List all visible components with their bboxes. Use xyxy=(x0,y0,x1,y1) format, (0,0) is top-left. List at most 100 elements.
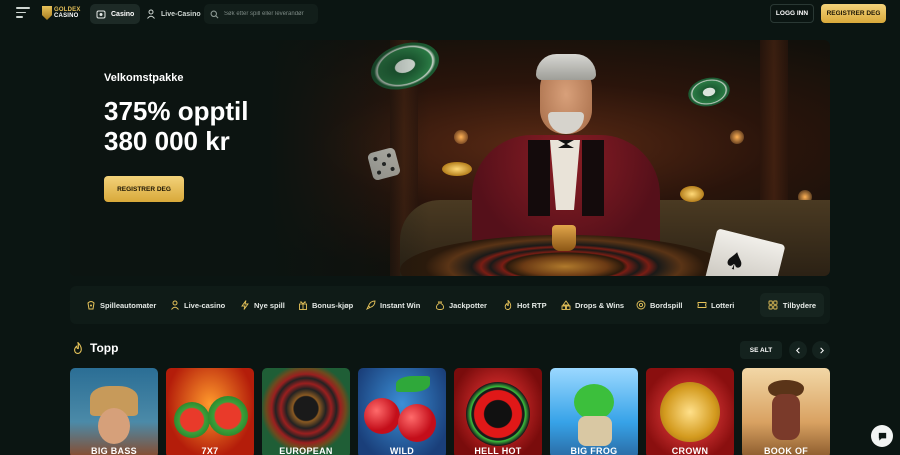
slot-icon xyxy=(87,301,95,310)
category-jackpots[interactable]: Jackpotter xyxy=(435,286,487,324)
category-label: Lotteri xyxy=(711,300,735,310)
category-bonus-buy[interactable]: Bonus-kjøp xyxy=(298,286,353,324)
spade-icon: ♠ xyxy=(720,245,749,276)
decor-lamp xyxy=(730,130,744,144)
game-art xyxy=(208,396,248,436)
category-label: Bonus-kjøp xyxy=(312,300,354,310)
chat-bubble-icon xyxy=(878,432,886,441)
ticket-icon xyxy=(697,302,707,308)
welcome-banner[interactable]: ♠ Velkomstpakke 375% opptil 380 000 kr R… xyxy=(70,40,830,276)
tab-casino[interactable]: Casino xyxy=(90,4,141,24)
banner-headline-line2: 380 000 kr xyxy=(104,126,230,156)
providers-button[interactable]: Tilbydere xyxy=(760,293,824,317)
grid-icon xyxy=(768,300,778,310)
game-art xyxy=(398,404,436,442)
drops-icon xyxy=(561,300,571,310)
banner-register-button[interactable]: REGISTRER DEG xyxy=(104,176,184,202)
game-tile[interactable]: HELL HOT xyxy=(454,368,542,455)
game-art xyxy=(772,394,800,440)
decor-lamp xyxy=(454,130,468,144)
game-tile[interactable]: 7X7 xyxy=(166,368,254,455)
game-title: BIG FROG xyxy=(570,446,618,455)
live-chat-button[interactable] xyxy=(871,425,893,447)
scroll-left-button[interactable] xyxy=(789,341,807,359)
shield-logo-icon xyxy=(42,6,52,20)
category-bar: Spilleautomater Live-casino Nye spill Bo… xyxy=(70,286,830,324)
category-new-games[interactable]: Nye spill xyxy=(240,286,285,324)
gold-coin-image xyxy=(442,162,472,176)
chip-icon xyxy=(636,300,646,310)
game-tile[interactable]: CROWN xyxy=(646,368,734,455)
tab-live-casino[interactable]: Live-Casino xyxy=(140,4,207,24)
category-label: Drops & Wins xyxy=(575,300,625,310)
category-label: Live-casino xyxy=(184,300,226,310)
game-tile[interactable]: BIG BASS xyxy=(70,368,158,455)
dealer-hair xyxy=(536,54,596,80)
flame-icon xyxy=(74,342,82,354)
search-bar xyxy=(204,4,318,24)
section-header-top: Topp xyxy=(72,341,118,355)
roulette-spindle xyxy=(552,225,576,251)
category-label: Instant Win xyxy=(380,300,421,310)
rocket-icon xyxy=(366,300,376,310)
login-button[interactable]: LOGG INN xyxy=(770,4,814,23)
category-label: Spilleautomater xyxy=(100,300,157,310)
chevron-left-icon xyxy=(795,347,800,353)
gold-coin-image xyxy=(680,186,704,202)
category-label: Hot RTP xyxy=(517,300,547,310)
search-input[interactable] xyxy=(224,11,318,17)
search-icon xyxy=(210,10,219,18)
gift-icon xyxy=(299,301,307,310)
category-label: Nye spill xyxy=(254,300,285,310)
game-tile[interactable]: EUROPEAN xyxy=(262,368,350,455)
hamburger-menu-icon[interactable] xyxy=(16,7,30,19)
game-art xyxy=(174,402,210,438)
game-title: 7X7 xyxy=(201,446,219,455)
chevron-right-icon xyxy=(819,347,824,353)
top-bar: GOLDEXCASINO Casino Live-Casino LOGG INN… xyxy=(0,0,900,28)
game-art xyxy=(364,398,400,434)
banner-eyebrow: Velkomstpakke xyxy=(104,72,184,84)
providers-label: Tilbydere xyxy=(782,300,817,310)
dealer-lapel xyxy=(582,140,604,216)
game-tile[interactable]: BOOK OF xyxy=(742,368,830,455)
dealer-icon xyxy=(171,300,179,310)
category-hot-rtp[interactable]: Hot RTP xyxy=(503,286,547,324)
money-bag-icon xyxy=(435,301,445,310)
category-drops-wins[interactable]: Drops & Wins xyxy=(561,286,624,324)
lightning-icon xyxy=(241,300,249,310)
category-slots[interactable]: Spilleautomater xyxy=(86,286,156,324)
game-art xyxy=(466,382,530,446)
register-button-header[interactable]: REGISTRER DEG xyxy=(821,4,886,23)
game-art xyxy=(98,408,130,444)
game-art xyxy=(660,382,720,442)
game-title: CROWN xyxy=(671,446,709,455)
category-instant-win[interactable]: Instant Win xyxy=(366,286,420,324)
section-title: Topp xyxy=(90,341,119,355)
banner-headline-line1: 375% opptil xyxy=(104,96,249,126)
scroll-right-button[interactable] xyxy=(812,341,830,359)
category-lottery[interactable]: Lotteri xyxy=(697,286,734,324)
see-all-button[interactable]: SE ALT xyxy=(740,341,782,359)
live-dealer-icon xyxy=(147,9,155,19)
tab-live-casino-label: Live-Casino xyxy=(161,10,201,18)
game-art xyxy=(574,384,614,420)
game-art xyxy=(396,376,430,392)
poker-chip-image xyxy=(685,73,733,111)
game-title: EUROPEAN xyxy=(279,446,333,455)
flame-icon xyxy=(504,300,512,310)
category-live-casino[interactable]: Live-casino xyxy=(170,286,225,324)
game-art xyxy=(578,416,612,446)
game-tile[interactable]: BIG FROG xyxy=(550,368,638,455)
dealer-lapel xyxy=(528,140,550,216)
category-label: Jackpotter xyxy=(449,300,487,310)
game-title: BOOK OF xyxy=(763,446,809,455)
goldex-logo[interactable]: GOLDEX CASINO xyxy=(42,6,81,20)
brand-line2: CASINO xyxy=(54,13,79,19)
game-title: HELL HOT xyxy=(474,446,522,455)
category-label: Bordspill xyxy=(650,300,683,310)
category-table-games[interactable]: Bordspill xyxy=(636,286,683,324)
tab-casino-label: Casino xyxy=(111,10,135,18)
casino-icon xyxy=(96,10,106,19)
game-tile[interactable]: WILD xyxy=(358,368,446,455)
